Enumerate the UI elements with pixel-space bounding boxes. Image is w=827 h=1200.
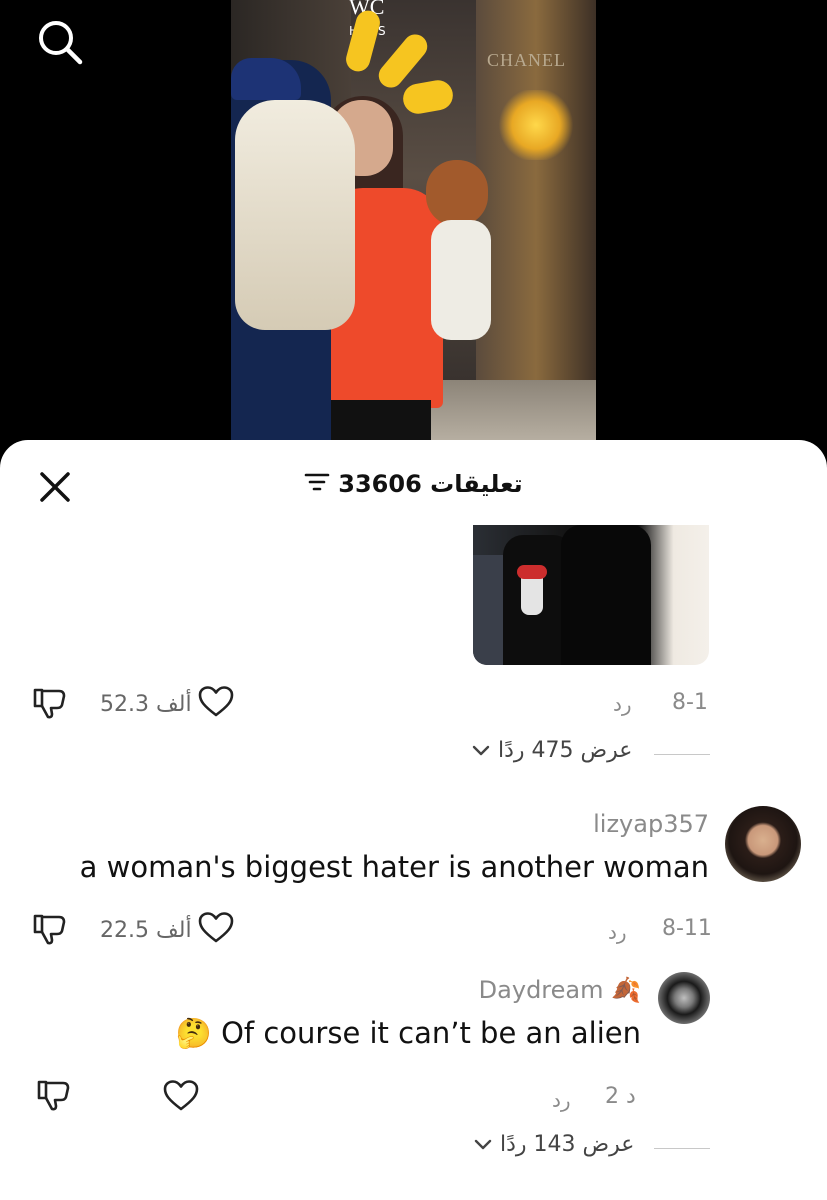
- comment-date: 2 د: [605, 1084, 636, 1109]
- chevron-down-icon: [472, 738, 490, 763]
- dislike-icon[interactable]: [32, 686, 68, 724]
- video-area: WC HAUS CHANEL: [0, 0, 827, 460]
- comments-count-title: 33606 تعليقات: [338, 470, 523, 498]
- like-count: 22.5 ألف: [100, 917, 192, 943]
- like-group: 22.5 ألف: [100, 912, 234, 948]
- video-person-shorts: [331, 400, 431, 440]
- view-replies-button[interactable]: عرض 143 ردًا: [474, 1132, 634, 1157]
- divider-line: [654, 1148, 710, 1149]
- heart-icon[interactable]: [163, 1080, 199, 1116]
- like-group: 52.3 ألف: [100, 686, 234, 722]
- heart-icon[interactable]: [198, 686, 234, 722]
- divider-line: [654, 754, 710, 755]
- reply-button[interactable]: رد: [608, 920, 627, 944]
- like-count: 52.3 ألف: [100, 691, 192, 717]
- video-person2-top: [431, 220, 491, 340]
- comment-date: 8-1: [672, 690, 708, 715]
- search-icon[interactable]: [36, 18, 84, 66]
- comments-header: 33606 تعليقات: [0, 470, 827, 499]
- comment-text: 🤔 Of course it can’t be an alien: [175, 1016, 641, 1050]
- video-person3-hat: [231, 58, 301, 100]
- chevron-down-icon: [474, 1132, 492, 1157]
- comments-sheet: 33606 تعليقات 52.3 ألف رد 8-1 عرض 475 رد…: [0, 440, 827, 1200]
- video-person2-head: [426, 160, 488, 226]
- view-replies-label: عرض 475 ردًا: [498, 738, 633, 763]
- view-replies-button[interactable]: عرض 475 ردًا: [472, 738, 632, 763]
- filter-icon[interactable]: [304, 471, 330, 499]
- video-person3-hair: [235, 100, 355, 330]
- video-sticker: [400, 77, 456, 117]
- comment-image-shirt2: [561, 525, 651, 665]
- comment-image-print2: [517, 565, 547, 579]
- avatar[interactable]: [725, 806, 801, 882]
- heart-icon[interactable]: [198, 912, 234, 948]
- view-replies-label: عرض 143 ردًا: [500, 1132, 635, 1157]
- video-light: [496, 90, 576, 160]
- reply-button[interactable]: رد: [613, 692, 632, 716]
- reply-button[interactable]: رد: [552, 1088, 571, 1112]
- comment-text: a woman's biggest hater is another woman: [79, 850, 709, 884]
- comment-date: 8-11: [662, 916, 712, 941]
- comment-username[interactable]: lizyap357: [593, 810, 709, 838]
- video-player[interactable]: WC HAUS CHANEL: [231, 0, 596, 440]
- comment-image[interactable]: [473, 525, 709, 665]
- dislike-icon[interactable]: [32, 912, 68, 950]
- dislike-icon[interactable]: [36, 1078, 72, 1116]
- comment-username[interactable]: Daydream 🍂: [479, 976, 641, 1004]
- avatar[interactable]: [658, 972, 710, 1024]
- video-store-chanel: CHANEL: [487, 50, 566, 70]
